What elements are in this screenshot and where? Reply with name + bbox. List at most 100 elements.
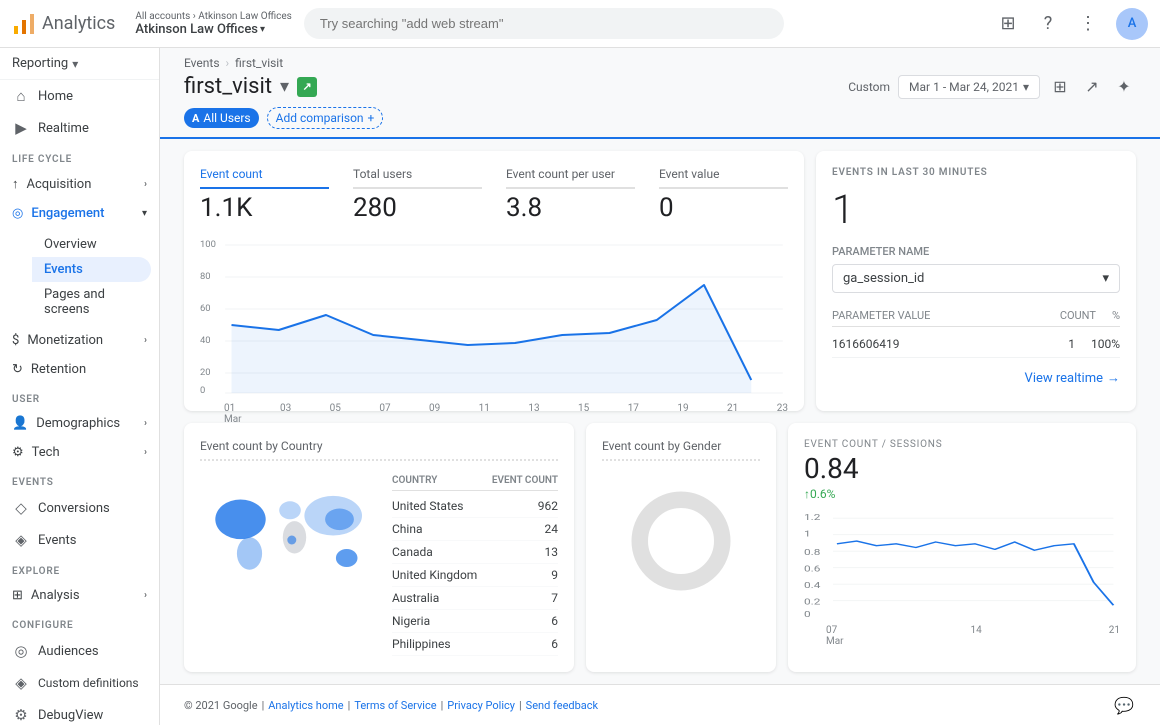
sidebar-item-engagement[interactable]: ◎ Engagement ▾ — [0, 199, 159, 228]
country-name: China — [392, 522, 423, 536]
metric-total-users[interactable]: Total users 280 — [353, 167, 482, 223]
events-icon: ◈ — [12, 531, 30, 549]
events-section-label: EVENTS — [0, 467, 159, 492]
sidebar-item-custom-definitions[interactable]: ◈ Custom definitions — [0, 667, 151, 699]
sidebar-item-label: Engagement — [31, 206, 104, 221]
monetization-expand-icon: › — [144, 335, 147, 346]
country-card-title: Event count by Country — [200, 439, 558, 461]
sidebar-item-events[interactable]: ◈ Events — [0, 524, 151, 556]
svg-text:1.2: 1.2 — [804, 514, 821, 523]
footer-terms-link[interactable]: Terms of Service — [354, 699, 436, 712]
export-sheet-icon[interactable]: ↗ — [297, 77, 317, 97]
add-comparison-button[interactable]: Add comparison + — [267, 107, 384, 129]
donut-svg — [626, 486, 736, 596]
account-selector[interactable]: All accounts › Atkinson Law Offices Atki… — [135, 11, 291, 37]
page-title-dropdown-icon[interactable]: ▾ — [280, 76, 289, 97]
search-box[interactable] — [304, 8, 784, 39]
demographics-icon: 👤 — [12, 416, 28, 431]
x-label: 13 — [528, 403, 539, 425]
add-report-icon[interactable]: ⊞ — [1048, 75, 1072, 99]
country-name: Philippines — [392, 637, 451, 651]
realtime-label: EVENTS IN LAST 30 MINUTES — [832, 167, 1120, 178]
engagement-submenu: Overview Events Pages and screens — [0, 228, 159, 326]
sidebar-item-audiences[interactable]: ◎ Audiences — [0, 635, 151, 667]
param-dropdown-value: ga_session_id — [843, 271, 924, 286]
footer-privacy-link[interactable]: Privacy Policy — [447, 699, 515, 712]
x-label: 07Mar — [826, 625, 844, 647]
sidebar-sub-item-pages[interactable]: Pages and screens — [32, 282, 151, 322]
sidebar-item-label: Retention — [31, 362, 86, 377]
gender-donut-chart — [602, 471, 760, 611]
footer-feedback-link[interactable]: Send feedback — [526, 699, 598, 712]
x-label: 05 — [330, 403, 341, 425]
metric-event-per-user-label: Event count per user — [506, 167, 635, 189]
sidebar-item-home[interactable]: ⌂ Home — [0, 80, 151, 112]
debugview-icon: ⚙ — [12, 706, 30, 724]
reporting-button[interactable]: Reporting ▾ — [0, 48, 159, 80]
svg-text:20: 20 — [200, 367, 211, 378]
reporting-chevron-icon: ▾ — [72, 57, 78, 71]
country-name: Nigeria — [392, 614, 430, 628]
svg-text:0.4: 0.4 — [804, 581, 821, 590]
svg-text:60: 60 — [200, 303, 211, 314]
date-label: Custom — [848, 80, 890, 94]
svg-text:0.6: 0.6 — [804, 565, 821, 574]
sidebar-sub-item-events[interactable]: Events — [32, 257, 151, 282]
x-label: 19 — [677, 403, 688, 425]
svg-text:0.2: 0.2 — [804, 598, 821, 607]
apps-icon[interactable]: ⊞ — [996, 12, 1020, 36]
analysis-expand-icon: › — [144, 590, 147, 601]
metric-event-per-user[interactable]: Event count per user 3.8 — [506, 167, 635, 223]
table-row: United States 962 — [392, 495, 558, 518]
user-avatar[interactable]: A — [1116, 8, 1148, 40]
x-label: 17 — [628, 403, 639, 425]
sidebar-item-label: Conversions — [38, 501, 110, 516]
lifecycle-section-label: LIFE CYCLE — [0, 144, 159, 169]
sidebar-item-debugview[interactable]: ⚙ DebugView — [0, 699, 151, 725]
sidebar-item-realtime[interactable]: ▶ Realtime — [0, 112, 151, 144]
view-realtime-link[interactable]: View realtime → — [832, 370, 1120, 386]
param-row-value: 1616606419 — [832, 337, 899, 351]
sidebar-item-label: Acquisition — [27, 177, 92, 192]
country-count: 6 — [551, 637, 558, 651]
engagement-icon: ◎ — [12, 206, 23, 221]
sidebar-sub-item-overview[interactable]: Overview — [32, 232, 151, 257]
country-count: 24 — [545, 522, 559, 536]
sidebar-item-monetization[interactable]: $ Monetization › — [0, 326, 159, 355]
param-dropdown-chevron-icon: ▾ — [1102, 271, 1109, 286]
sidebar-item-demographics[interactable]: 👤 Demographics › — [0, 409, 159, 438]
bottom-grid: Event count by Country — [160, 423, 1160, 684]
sessions-sparkline: 1.2 1 0.8 0.6 0.4 0.2 0 — [804, 509, 1120, 629]
search-input[interactable] — [304, 8, 784, 39]
sidebar-item-tech[interactable]: ⚙ Tech › — [0, 438, 159, 467]
param-name-dropdown[interactable]: ga_session_id ▾ — [832, 264, 1120, 293]
page-header: first_visit ▾ ↗ Custom Mar 1 - Mar 24, 2… — [160, 70, 1160, 107]
metric-event-count[interactable]: Event count 1.1K — [200, 167, 329, 223]
x-label: 23 — [777, 403, 788, 425]
all-users-filter[interactable]: A All Users — [184, 108, 259, 128]
breadcrumb-events-link[interactable]: Events — [184, 56, 220, 70]
sidebar-item-acquisition[interactable]: ↑ Acquisition › — [0, 169, 159, 199]
x-label: 21 — [1109, 625, 1120, 647]
filter-user-label: All Users — [203, 111, 250, 125]
more-options-icon[interactable]: ⋮ — [1076, 12, 1100, 36]
metric-event-count-value: 1.1K — [200, 193, 329, 223]
retention-icon: ↻ — [12, 362, 23, 377]
share-icon[interactable]: ↗ — [1080, 75, 1104, 99]
param-row-stats: 1 100% — [1068, 337, 1120, 351]
sidebar-item-label: Tech — [32, 445, 60, 460]
filter-badge-letter: A — [192, 112, 199, 125]
metric-event-value[interactable]: Event value 0 — [659, 167, 788, 223]
sidebar-item-conversions[interactable]: ◇ Conversions — [0, 492, 151, 524]
svg-text:100: 100 — [200, 239, 216, 250]
help-icon[interactable]: ? — [1036, 12, 1060, 36]
date-range-button[interactable]: Mar 1 - Mar 24, 2021 ▾ — [898, 75, 1040, 99]
sidebar-item-analysis[interactable]: ⊞ Analysis › — [0, 581, 159, 610]
insights-icon[interactable]: ✦ — [1112, 75, 1136, 99]
chat-icon[interactable]: 💬 — [1112, 693, 1136, 717]
sidebar-item-retention[interactable]: ↻ Retention — [0, 355, 159, 384]
footer-analytics-home-link[interactable]: Analytics home — [268, 699, 343, 712]
param-value-col-header: PARAMETER VALUE — [832, 309, 930, 322]
x-label: 14 — [971, 625, 982, 647]
svg-text:0.8: 0.8 — [804, 548, 821, 557]
